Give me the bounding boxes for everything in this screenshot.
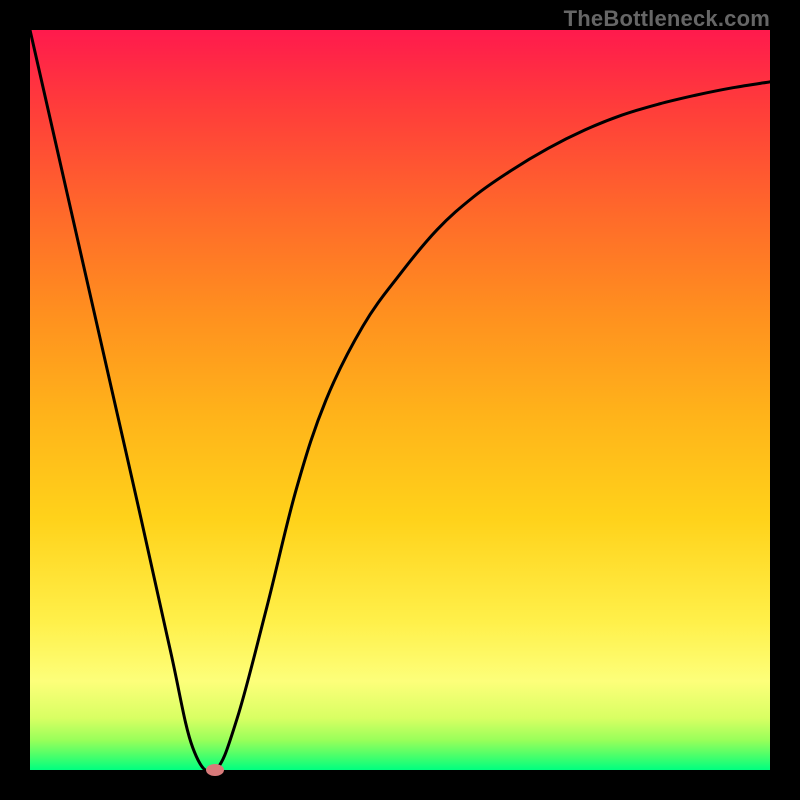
curve-svg bbox=[30, 30, 770, 770]
watermark-text: TheBottleneck.com bbox=[564, 6, 770, 32]
bottleneck-curve bbox=[30, 30, 770, 770]
min-marker bbox=[206, 764, 224, 776]
plot-area bbox=[30, 30, 770, 770]
chart-frame: TheBottleneck.com bbox=[0, 0, 800, 800]
